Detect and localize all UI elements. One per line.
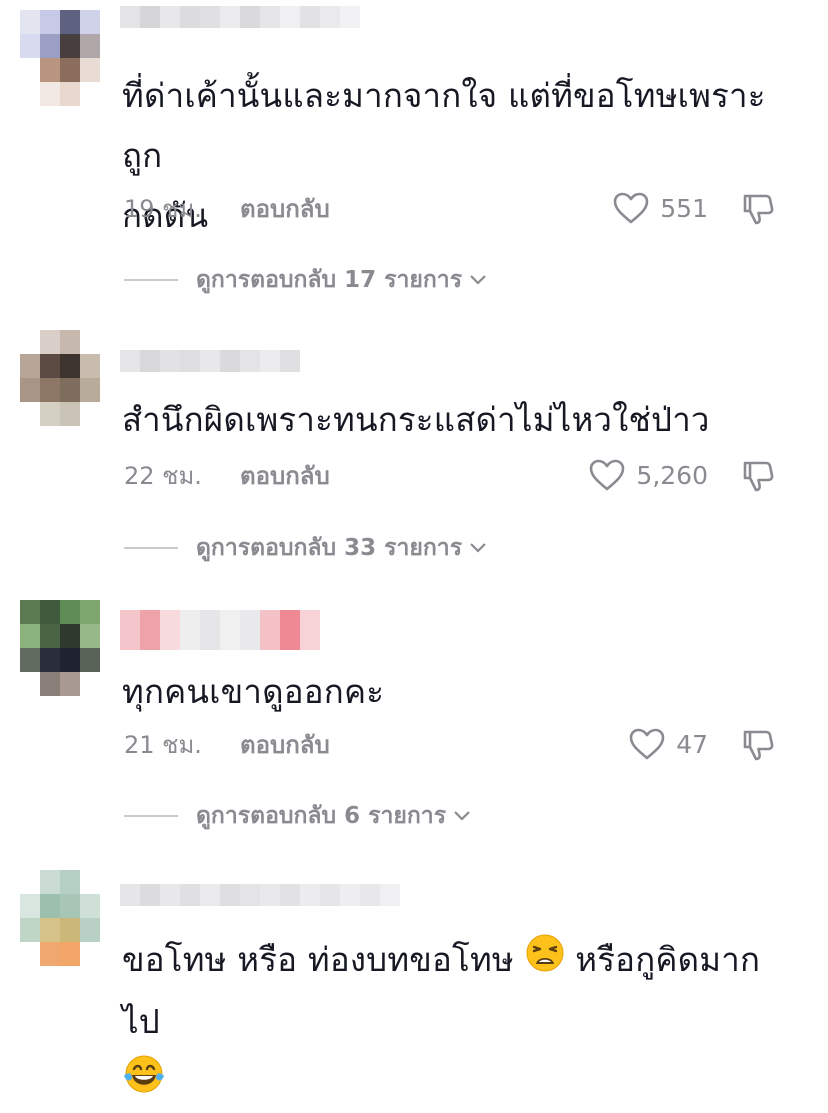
- reply-button[interactable]: ตอบกลับ: [240, 456, 330, 495]
- heart-outline-icon[interactable]: [588, 458, 626, 492]
- avatar[interactable]: [20, 600, 100, 696]
- thumbs-down-outline-icon[interactable]: [740, 192, 776, 230]
- heart-outline-icon[interactable]: [612, 191, 650, 225]
- username-blurred[interactable]: [120, 610, 320, 650]
- comment-meta: 22 ชม. ตอบกลับ 5,260: [124, 455, 808, 495]
- like-button[interactable]: 5,260: [588, 458, 708, 492]
- comment-meta: 21 ชม. ตอบกลับ 47: [124, 724, 808, 764]
- like-count: 47: [676, 729, 708, 759]
- like-button[interactable]: 47: [628, 727, 708, 761]
- heart-outline-icon[interactable]: [628, 727, 666, 761]
- weary-face-emoji: [525, 932, 565, 992]
- timestamp: 22 ชม.: [124, 461, 202, 490]
- face-with-tears-of-joy-emoji: [122, 1053, 166, 1113]
- view-replies-button[interactable]: ดูการตอบกลับ 6 รายการ: [124, 798, 472, 834]
- view-replies-button[interactable]: ดูการตอบกลับ 33 รายการ: [124, 530, 488, 566]
- timestamp: 21 ชม.: [124, 730, 202, 759]
- reply-button[interactable]: ตอบกลับ: [240, 725, 330, 764]
- chevron-down-icon: [468, 539, 488, 558]
- avatar[interactable]: [20, 330, 100, 426]
- thumbs-down-outline-icon[interactable]: [740, 728, 776, 766]
- like-count: 5,260: [636, 460, 708, 490]
- username-blurred[interactable]: [120, 6, 360, 28]
- timestamp: 19 ชม.: [124, 194, 202, 223]
- comment-3: ทุกคนเขาดูออกคะ 21 ชม. ตอบกลับ 47 ดูการต…: [0, 600, 828, 860]
- comment-text: ทุกคนเขาดูออกคะ: [122, 672, 385, 711]
- comment-text: ขอโทษ หรือ ท่องบทขอโทษ หรือกูคิดมากไป: [122, 930, 788, 1113]
- comment-meta: 19 ชม. ตอบกลับ 551: [124, 188, 808, 228]
- divider-line: [124, 815, 178, 817]
- divider-line: [124, 279, 178, 281]
- like-count: 551: [660, 193, 708, 223]
- like-button[interactable]: 551: [612, 191, 708, 225]
- divider-line: [124, 547, 178, 549]
- comment-text: สำนึกผิดเพราะทนกระแสด่าไม่ไหวใช่ป่าว: [122, 400, 710, 439]
- chevron-down-icon: [452, 807, 472, 826]
- chevron-down-icon: [468, 271, 488, 290]
- avatar[interactable]: [20, 870, 100, 966]
- comment-1: ที่ด่าเค้านั้นและมากจากใจ แต่ที่ขอโทษเพร…: [0, 0, 828, 310]
- avatar[interactable]: [20, 10, 100, 106]
- comment-2: สำนึกผิดเพราะทนกระแสด่าไม่ไหวใช่ป่าว 22 …: [0, 330, 828, 590]
- comment-4: ขอโทษ หรือ ท่องบทขอโทษ หรือกูคิดมากไป: [0, 870, 828, 1093]
- thumbs-down-outline-icon[interactable]: [740, 459, 776, 497]
- view-replies-button[interactable]: ดูการตอบกลับ 17 รายการ: [124, 262, 488, 298]
- reply-button[interactable]: ตอบกลับ: [240, 189, 330, 228]
- username-blurred[interactable]: [120, 884, 400, 906]
- username-blurred[interactable]: [120, 350, 300, 372]
